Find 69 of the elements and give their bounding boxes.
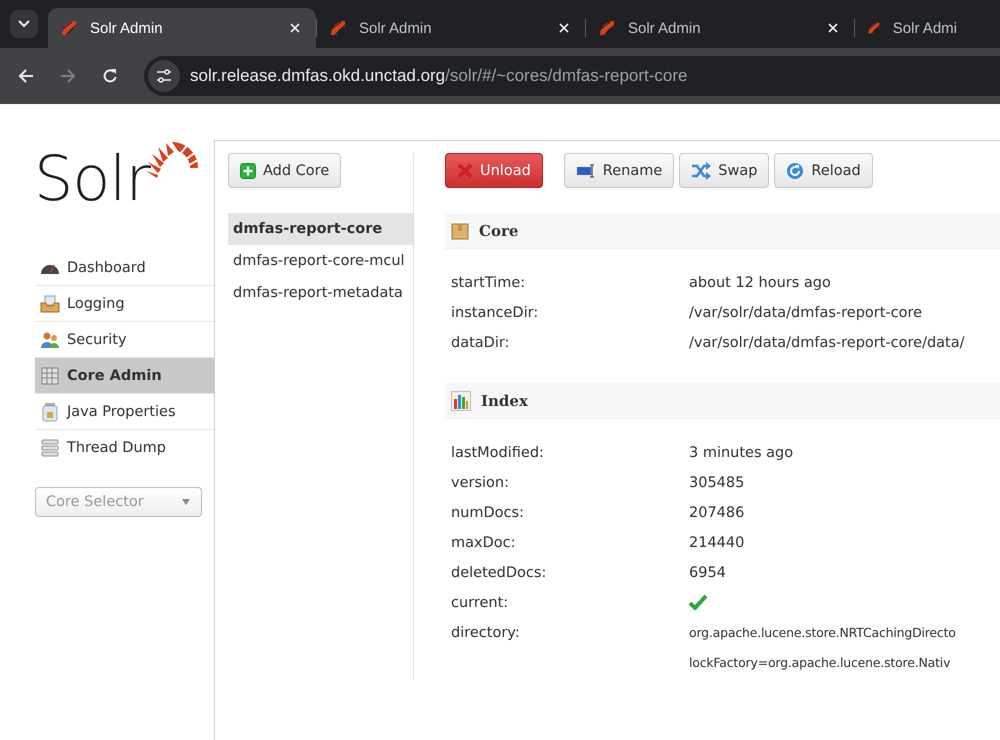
browser-tab[interactable]: Solr Admin (317, 8, 585, 48)
server-rack-icon (39, 366, 61, 384)
tab-title: Solr Admin (359, 20, 433, 36)
refresh-icon (786, 162, 804, 180)
property-label: deletedDocs: (450, 564, 548, 583)
rename-button[interactable]: Rename (564, 153, 674, 188)
core-list-item[interactable]: dmfas-report-metadata (228, 277, 413, 309)
property-value: 3 minutes ago (689, 444, 794, 463)
cross-icon (457, 162, 473, 178)
tab-title: Solr Admi (892, 20, 957, 36)
nav-item[interactable]: Thread Dump (35, 430, 214, 465)
property-label: numDocs: (450, 504, 525, 523)
reload-icon[interactable] (102, 68, 118, 84)
add-core-button[interactable]: Add Core (228, 153, 342, 188)
property-value: lockFactory=org.apache.lucene.store.Nativ (689, 654, 952, 672)
property-value: 207486 (689, 504, 744, 523)
close-icon[interactable] (559, 23, 569, 33)
tab-list-button[interactable] (10, 10, 38, 38)
reload-button[interactable]: Reload (774, 153, 873, 188)
package-icon (451, 222, 469, 240)
url-path: /solr/#/~cores/dmfas-report-core (445, 66, 688, 86)
close-icon[interactable] (828, 23, 838, 33)
back-icon[interactable] (18, 68, 34, 84)
property-label: dataDir: (450, 334, 510, 353)
nav-item[interactable]: Dashboard (35, 250, 214, 286)
url-host: solr.release.dmfas.okd.unctad.org (190, 66, 446, 86)
property-value: 305485 (689, 474, 744, 493)
stack-icon (39, 438, 61, 456)
inbox-icon (39, 294, 61, 312)
text-field-icon (576, 164, 596, 178)
plus-icon (240, 162, 256, 178)
caret-icon (182, 499, 190, 505)
property-label: version: (450, 474, 510, 493)
nav-item[interactable]: Core Admin (35, 358, 214, 394)
property-label: instanceDir: (450, 304, 540, 323)
chevron-down-icon (18, 20, 30, 28)
tab-title: Solr Admin (628, 20, 702, 36)
address-bar[interactable]: solr.release.dmfas.okd.unctad.org/solr/#/~cores/dmfas-report-core (144, 56, 1000, 96)
property-label: maxDoc: (450, 534, 516, 553)
property-label: startTime: (450, 274, 526, 293)
swap-button[interactable]: Swap (679, 153, 770, 188)
property-value: 6954 (689, 564, 726, 583)
property-value: /var/solr/data/dmfas-report-core/data/ (689, 334, 965, 353)
site-settings-icon[interactable] (148, 60, 180, 92)
nav-item[interactable]: Logging (35, 286, 214, 322)
section-title: Index (481, 392, 528, 410)
users-icon (39, 330, 61, 348)
bar-chart-icon (451, 390, 471, 410)
unload-button[interactable]: Unload (445, 153, 543, 188)
browser-tab[interactable]: Solr Admi (855, 8, 957, 48)
property-label: directory: (450, 624, 521, 643)
property-label: current: (450, 594, 510, 613)
close-icon[interactable] (290, 23, 300, 33)
nav-item[interactable]: Java Properties (35, 394, 214, 430)
property-value: org.apache.lucene.store.NRTCachingDirecto (689, 624, 956, 642)
core-list-item[interactable]: dmfas-report-core-mcul (228, 245, 413, 277)
browser-tab[interactable]: Solr Admin (586, 8, 854, 48)
property-value: /var/solr/data/dmfas-report-core (689, 304, 922, 323)
browser-tab[interactable]: Solr Admin (48, 8, 316, 48)
section-title: Core (479, 222, 518, 240)
property-value: about 12 hours ago (689, 274, 831, 293)
tab-title: Solr Admin (90, 20, 164, 36)
core-selector-dropdown[interactable]: Core Selector (35, 487, 202, 517)
shuffle-icon (691, 162, 712, 180)
core-list-item[interactable]: dmfas-report-core (228, 213, 413, 245)
property-value: 214440 (689, 534, 744, 553)
logo-text: Solr (34, 148, 150, 210)
property-label: lastModified: (450, 444, 545, 463)
forward-icon[interactable] (60, 68, 76, 84)
